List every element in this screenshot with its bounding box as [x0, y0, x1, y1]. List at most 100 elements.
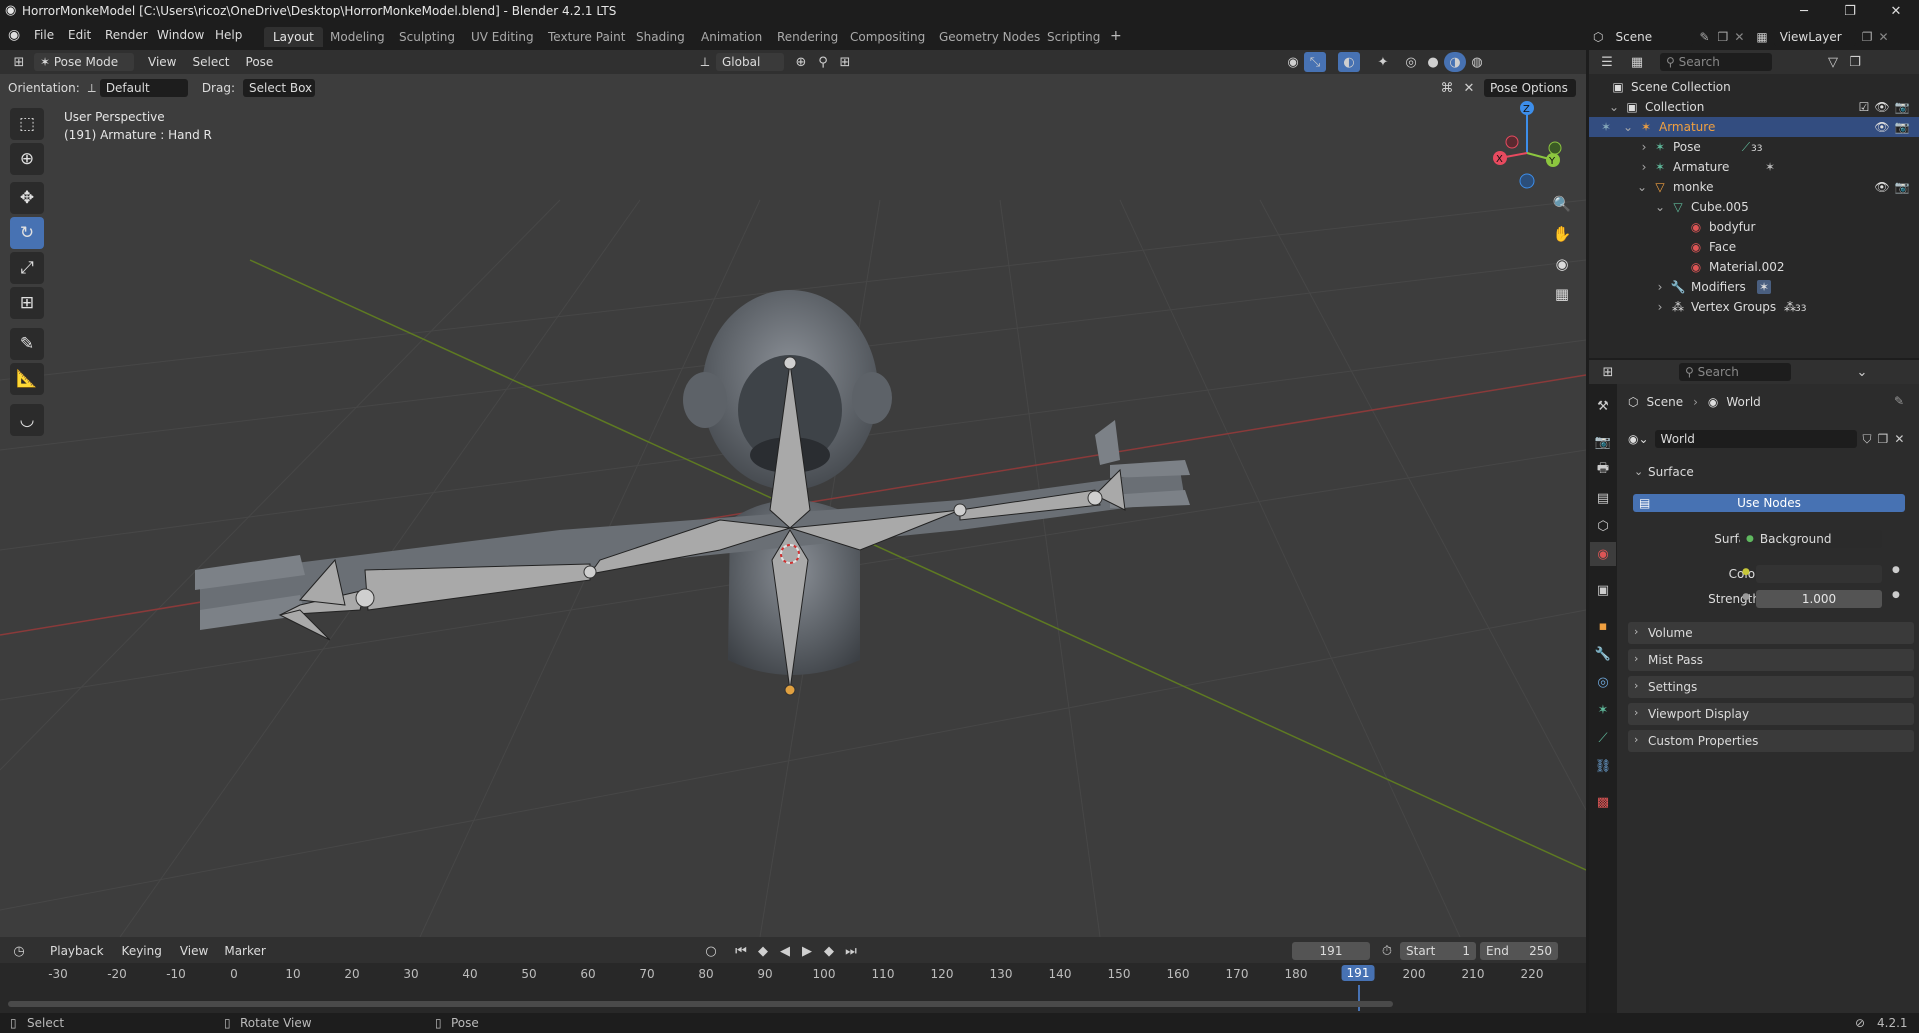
outliner-search-input[interactable]: ⚲ Search — [1660, 53, 1772, 71]
outliner-row-pose[interactable]: › ✶ Pose ⟋ 33 — [1589, 137, 1919, 157]
xray-icon[interactable]: ✦ — [1372, 52, 1394, 72]
keyframe-dot-icon[interactable]: ● — [1892, 565, 1900, 575]
color-socket-icon[interactable]: ● — [1742, 567, 1750, 577]
chevron-right-icon[interactable]: › — [1637, 160, 1651, 174]
viewlayer-dropdown[interactable]: ViewLayer — [1773, 28, 1856, 46]
menu-marker[interactable]: Marker — [224, 944, 265, 958]
camera-render-icon[interactable]: 📷 — [1895, 120, 1910, 134]
zoom-button[interactable]: 🔍 — [1548, 190, 1576, 218]
strength-socket-icon[interactable]: ● — [1742, 592, 1750, 602]
outliner-row-cube005[interactable]: ⌄ ▽ Cube.005 — [1589, 197, 1919, 217]
tab-geometry-nodes[interactable]: Geometry Nodes — [930, 27, 1049, 47]
chevron-down-icon[interactable]: ⌄ — [1621, 120, 1635, 134]
pin-icon[interactable]: ✎ — [1699, 30, 1709, 44]
unlink-world-icon[interactable]: ✕ — [1894, 432, 1904, 446]
pose-mode-indicator-icon[interactable]: ✶ — [1599, 120, 1613, 134]
timeline-editor-type-icon[interactable]: ◷ — [8, 941, 30, 961]
outliner-row-vertex-groups[interactable]: › ⁂ Vertex Groups ⁂ 33 — [1589, 297, 1919, 317]
menu-file[interactable]: File — [34, 28, 54, 42]
tab-rendering[interactable]: Rendering — [768, 27, 847, 47]
jump-start-icon[interactable]: ⏮ — [730, 941, 752, 961]
tab-sculpting[interactable]: Sculpting — [390, 27, 464, 47]
chevron-right-icon[interactable]: › — [1637, 140, 1651, 154]
pose-options-dropdown[interactable]: Pose Options — [1484, 79, 1576, 97]
render-tab-icon[interactable]: 📷 — [1590, 430, 1616, 454]
strength-input[interactable]: 1.000 — [1756, 590, 1882, 608]
chevron-right-icon[interactable]: › — [1653, 300, 1667, 314]
menu-edit[interactable]: Edit — [68, 28, 91, 42]
bone-envelope-tool[interactable]: ◡ — [10, 404, 44, 436]
mist-pass-panel[interactable]: › Mist Pass — [1628, 649, 1914, 671]
jump-end-icon[interactable]: ⏭ — [840, 941, 862, 961]
world-tab-icon[interactable]: ◉ — [1590, 542, 1616, 566]
tab-scripting[interactable]: Scripting — [1038, 27, 1109, 47]
scene-dropdown[interactable]: Scene — [1609, 28, 1694, 46]
surface-panel-header[interactable]: ⌄ Surface — [1628, 462, 1914, 484]
wireframe-shading-icon[interactable]: ◎ — [1400, 52, 1422, 72]
rendered-shading-icon[interactable]: ◍ — [1466, 52, 1488, 72]
drag-dropdown[interactable]: Select Box — [243, 79, 315, 97]
stopwatch-icon[interactable]: ⏱ — [1376, 941, 1398, 961]
volume-panel[interactable]: › Volume — [1628, 622, 1914, 644]
outliner-row-armature-data[interactable]: › ✶ Armature ✶ — [1589, 157, 1919, 177]
menu-playback[interactable]: Playback — [50, 944, 104, 958]
custom-properties-panel[interactable]: › Custom Properties — [1628, 730, 1914, 752]
eye-icon[interactable]: 👁 — [1874, 180, 1889, 194]
chevron-down-icon[interactable]: ⌄ — [1635, 180, 1649, 194]
blender-menu-icon[interactable]: ◉ — [8, 27, 20, 43]
world-color-swatch[interactable] — [1756, 565, 1882, 583]
move-tool[interactable]: ✥ — [10, 182, 44, 214]
pivot-point-icon[interactable]: ⊕ — [790, 52, 812, 72]
x-mirror-icon[interactable]: ✕ — [1458, 78, 1480, 98]
camera-render-icon[interactable]: 📷 — [1895, 100, 1910, 114]
viewport-display-panel[interactable]: › Viewport Display — [1628, 703, 1914, 725]
use-nodes-button[interactable]: ▤ Use Nodes — [1633, 494, 1905, 512]
view-layer-tab-icon[interactable]: ▤ — [1590, 486, 1616, 510]
mirror-icon[interactable]: ⌘ — [1436, 78, 1458, 98]
fake-user-icon[interactable]: ⛉ — [1863, 432, 1872, 447]
cursor-tool[interactable]: ⊕ — [10, 143, 44, 175]
camera-render-icon[interactable]: 📷 — [1895, 180, 1910, 194]
display-mode-icon[interactable]: ▦ — [1626, 52, 1648, 72]
outliner-row-armature[interactable]: ✶ ⌄ ✶ Armature 👁 📷 — [1589, 117, 1919, 137]
delete-viewlayer-icon[interactable]: ✕ — [1878, 30, 1888, 44]
collection-tab-icon[interactable]: ▣ — [1590, 578, 1616, 602]
play-reverse-icon[interactable]: ◀ — [774, 941, 796, 961]
tab-modeling[interactable]: Modeling — [321, 27, 394, 47]
new-scene-icon[interactable]: ❐ — [1718, 30, 1729, 44]
rotate-tool[interactable]: ↻ — [10, 217, 44, 249]
filter-icon[interactable]: ▽ — [1822, 52, 1844, 72]
new-viewlayer-icon[interactable]: ❐ — [1862, 30, 1873, 44]
tab-layout[interactable]: Layout — [264, 27, 323, 47]
tab-uv-editing[interactable]: UV Editing — [462, 27, 543, 47]
physics-tab-icon[interactable]: ◎ — [1590, 670, 1616, 694]
outliner-row-scene-collection[interactable]: ▣ Scene Collection — [1589, 77, 1919, 97]
mode-dropdown[interactable]: ✶ Pose Mode — [34, 53, 134, 71]
transform-orientation-dropdown[interactable]: Global — [716, 53, 784, 71]
surface-shader-field[interactable]: ● Background — [1740, 530, 1882, 548]
material-preview-icon[interactable]: ◑ — [1444, 52, 1466, 72]
current-frame-field[interactable]: 191 — [1292, 942, 1370, 960]
pin-icon[interactable]: ✎ — [1894, 394, 1904, 408]
chevron-right-icon[interactable]: › — [1653, 280, 1667, 294]
properties-search-input[interactable]: ⚲ Search — [1679, 363, 1791, 381]
select-box-tool[interactable]: ⬚ — [10, 108, 44, 140]
start-frame-field[interactable]: Start 1 — [1400, 942, 1476, 960]
menu-view[interactable]: View — [148, 55, 176, 69]
menu-pose[interactable]: Pose — [246, 55, 274, 69]
menu-keying[interactable]: Keying — [122, 944, 162, 958]
tool-tab-icon[interactable]: ⚒ — [1590, 394, 1616, 418]
play-icon[interactable]: ▶ — [796, 941, 818, 961]
playhead-line[interactable] — [1358, 985, 1360, 1011]
visibility-icon[interactable]: ◉ — [1282, 52, 1304, 72]
outliner-editor-type-icon[interactable]: ☰ — [1596, 52, 1618, 72]
outliner-row-material002[interactable]: ◉ Material.002 — [1589, 257, 1919, 277]
next-keyframe-icon[interactable]: ◆ — [818, 941, 840, 961]
3d-viewport[interactable]: Z Y X — [0, 50, 1586, 937]
outliner-row-face[interactable]: ◉ Face — [1589, 237, 1919, 257]
menu-render[interactable]: Render — [105, 28, 148, 42]
annotate-tool[interactable]: ✎ — [10, 328, 44, 360]
outliner-row-bodyfur[interactable]: ◉ bodyfur — [1589, 217, 1919, 237]
gizmo-toggle-icon[interactable]: ⤡ — [1304, 52, 1326, 72]
add-workspace-icon[interactable]: + — [1110, 28, 1122, 44]
